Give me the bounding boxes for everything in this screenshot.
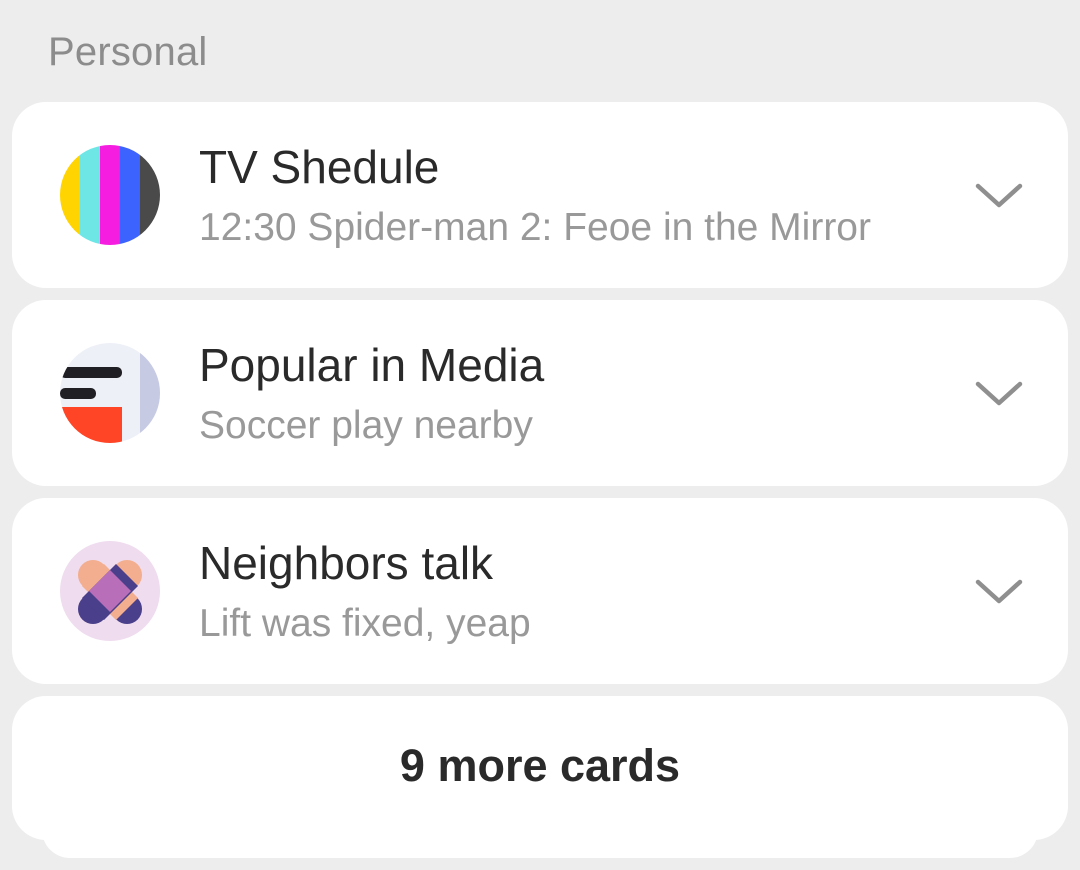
card-tv-schedule[interactable]: TV Shedule 12:30 Spider-man 2: Feoe in t… [12, 102, 1068, 288]
card-subtitle: Soccer play nearby [199, 404, 533, 447]
card-title: Neighbors talk [199, 537, 494, 589]
card-subtitle: Lift was fixed, yeap [199, 602, 531, 645]
neighbors-icon [60, 541, 160, 641]
section-title: Personal [48, 30, 208, 74]
card-title: TV Shedule [199, 141, 440, 193]
more-cards-button[interactable]: 9 more cards [12, 696, 1068, 840]
card-popular-in-media[interactable]: Popular in Media Soccer play nearby [12, 300, 1068, 486]
chevron-down-icon[interactable] [974, 376, 1024, 410]
media-icon [60, 343, 160, 443]
card-subtitle: 12:30 Spider-man 2: Feoe in the Mirror [199, 206, 871, 249]
chevron-down-icon[interactable] [974, 178, 1024, 212]
tv-schedule-icon [60, 145, 160, 245]
card-title: Popular in Media [199, 339, 545, 391]
card-neighbors-talk[interactable]: Neighbors talk Lift was fixed, yeap [12, 498, 1068, 684]
more-cards-label: 9 more cards [399, 740, 681, 791]
chevron-down-icon[interactable] [974, 574, 1024, 608]
